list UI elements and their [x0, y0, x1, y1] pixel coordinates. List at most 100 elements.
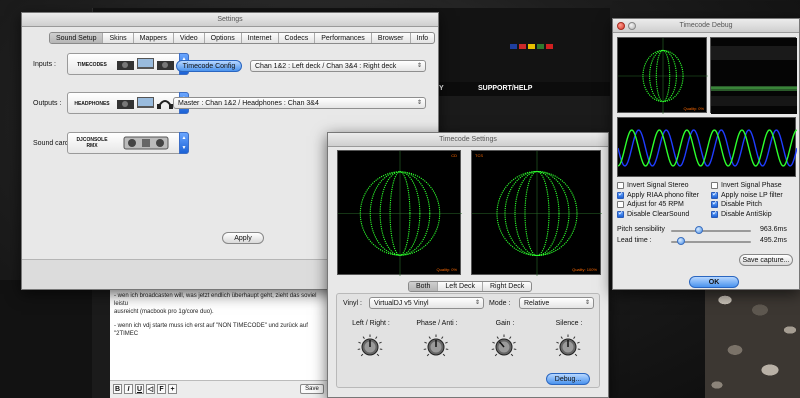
- tab-performances[interactable]: Performances: [315, 33, 372, 43]
- debug-waterfall: [710, 37, 797, 114]
- checkbox-apply-riaa-phono-filter[interactable]: Apply RIAA phono filter: [617, 190, 699, 200]
- italic-button[interactable]: I: [124, 384, 133, 394]
- lead-time-label: Lead time :: [617, 237, 652, 244]
- checkbox-label: Disable Pitch: [721, 201, 762, 208]
- post-save-button[interactable]: Save: [300, 384, 324, 394]
- checkmark-icon[interactable]: [617, 190, 624, 199]
- checkbox-label: Disable ClearSound: [627, 210, 690, 218]
- checkbox-label: Invert Signal Phase: [721, 182, 782, 189]
- deck-tab-left-deck[interactable]: Left Deck: [438, 282, 483, 291]
- checkbox-apply-noise-lp-filter[interactable]: Apply noise LP filter: [711, 190, 783, 200]
- vinyl-label: Vinyl :: [343, 300, 362, 307]
- minimize-icon[interactable]: [628, 22, 636, 30]
- debug-scope-quality: Quality: 0%: [683, 106, 704, 111]
- chevron-updown-icon: ⇕: [584, 300, 590, 306]
- outputs-device-select[interactable]: HEADPHONES ▲▼: [67, 92, 189, 114]
- tab-options[interactable]: Options: [205, 33, 242, 43]
- tab-sound-setup[interactable]: Sound Setup: [50, 33, 104, 43]
- post-editor[interactable]: - wen ich broadcasten will, was jetzt en…: [110, 288, 330, 380]
- waterfall-plot: [711, 38, 797, 114]
- outputs-channel-value: Master : Chan 1&2 / Headphones : Chan 3&…: [178, 100, 319, 107]
- checkbox-invert-signal-stereo[interactable]: Invert Signal Stereo: [617, 181, 688, 190]
- flag-icon[interactable]: [546, 44, 553, 49]
- checkbox-icon[interactable]: [617, 201, 624, 208]
- close-icon[interactable]: [617, 22, 625, 30]
- checkmark-icon[interactable]: [617, 209, 624, 218]
- debug-scope: Quality: 0%: [617, 37, 708, 114]
- vinyl-select[interactable]: VirtualDJ v5 Vinyl ⇕: [369, 297, 484, 309]
- flag-icon[interactable]: [528, 44, 535, 49]
- ok-button[interactable]: OK: [689, 276, 739, 288]
- timecode-settings-title: Timecode Settings: [439, 136, 497, 143]
- checkbox-disable-clearsound[interactable]: Disable ClearSound: [617, 209, 690, 219]
- knob-icon[interactable]: [555, 334, 581, 360]
- checkbox-label: Apply RIAA phono filter: [627, 191, 699, 199]
- inputs-channel-select[interactable]: Chan 1&2 : Left deck / Chan 3&4 : Right …: [250, 60, 426, 72]
- knob-label: Left / Right :: [352, 320, 390, 327]
- tab-browser[interactable]: Browser: [372, 33, 411, 43]
- debug-button[interactable]: Debug...: [546, 373, 590, 385]
- deck-tab-right-deck[interactable]: Right Deck: [483, 282, 531, 291]
- checkmark-icon[interactable]: [711, 190, 718, 199]
- timecode-debug-titlebar[interactable]: Timecode Debug: [613, 19, 799, 33]
- deck-tabs: Both Left Deck Right Deck: [408, 281, 533, 292]
- settings-title: Settings: [217, 16, 243, 23]
- pitch-slider-track[interactable]: [671, 230, 751, 232]
- deck-tab-both[interactable]: Both: [409, 282, 439, 291]
- mode-select[interactable]: Relative ⇕: [519, 297, 594, 309]
- lead-time-value: 495.2ms: [760, 237, 787, 244]
- underline-button[interactable]: U: [135, 384, 144, 394]
- tab-info[interactable]: Info: [411, 33, 435, 43]
- font-button[interactable]: F: [157, 384, 166, 394]
- apply-button[interactable]: Apply: [222, 232, 264, 244]
- tab-internet[interactable]: Internet: [242, 33, 279, 43]
- knob-icon[interactable]: [491, 334, 517, 360]
- pitch-slider-thumb[interactable]: [695, 226, 703, 234]
- soundcard-stepper-icon[interactable]: ▲ ▼: [179, 132, 189, 154]
- save-capture-button[interactable]: Save capture...: [739, 254, 793, 266]
- timecode-settings-titlebar[interactable]: Timecode Settings: [328, 133, 608, 147]
- bold-button[interactable]: B: [113, 384, 122, 394]
- checkbox-label: Adjust for 45 RPM: [627, 201, 684, 208]
- mode-label: Mode :: [489, 300, 511, 307]
- debug-scope-plot: [618, 38, 708, 114]
- soundcard-select[interactable]: DJCONSOLE RMX ▲ ▼: [67, 132, 189, 154]
- tab-skins[interactable]: Skins: [103, 33, 134, 43]
- left-scope-plot: [338, 151, 462, 276]
- checkbox-invert-signal-phase[interactable]: Invert Signal Phase: [711, 181, 782, 190]
- checkbox-icon[interactable]: [711, 182, 718, 189]
- timecode-config-button[interactable]: Timecode Config: [176, 60, 242, 72]
- tab-video[interactable]: Video: [174, 33, 205, 43]
- size-button[interactable]: +: [168, 384, 177, 394]
- knob-icon[interactable]: [357, 334, 383, 360]
- right-scope-quality: Quality: 100%: [572, 267, 597, 272]
- knob-icon[interactable]: [423, 334, 449, 360]
- nav-item-support[interactable]: SUPPORT/HELP: [478, 85, 532, 92]
- link-button[interactable]: ◁: [146, 384, 155, 394]
- checkmark-icon[interactable]: [711, 209, 718, 218]
- inputs-device-select[interactable]: TIMECODES ▲▼: [67, 53, 189, 75]
- checkmark-icon[interactable]: [711, 199, 718, 208]
- flag-icon[interactable]: [537, 44, 544, 49]
- pitch-sensibility-value: 963.6ms: [760, 226, 787, 233]
- left-scope-tag: CD: [451, 153, 457, 158]
- timecode-debug-window: Timecode Debug Quality: 0% Invert Signal…: [612, 18, 800, 290]
- checkbox-disable-pitch[interactable]: Disable Pitch: [711, 199, 762, 209]
- checkbox-adjust-for-45-rpm[interactable]: Adjust for 45 RPM: [617, 200, 684, 209]
- flag-icon[interactable]: [519, 44, 526, 49]
- pitch-sensibility-label: Pitch sensibility: [617, 226, 665, 233]
- tab-codecs[interactable]: Codecs: [279, 33, 316, 43]
- tab-mappers[interactable]: Mappers: [134, 33, 174, 43]
- timecode-settings-window: Timecode Settings CD Quality: 0% TCS Qua…: [327, 132, 609, 398]
- lead-slider-thumb[interactable]: [676, 237, 685, 245]
- checkbox-disable-antiskip[interactable]: Disable AntiSkip: [711, 209, 772, 219]
- inputs-device-name: TIMECODES: [77, 62, 107, 68]
- flag-icon[interactable]: [510, 44, 517, 49]
- settings-titlebar[interactable]: Settings: [22, 13, 438, 27]
- language-flags[interactable]: [510, 42, 570, 50]
- editor-line-2: - wenn ich vdj starte muss ich erst auf …: [114, 323, 308, 337]
- checkbox-icon[interactable]: [617, 182, 624, 189]
- settings-tabs: Sound Setup Skins Mappers Video Options Inter…: [49, 32, 436, 44]
- knob-label: Silence :: [555, 320, 583, 327]
- outputs-channel-select[interactable]: Master : Chan 1&2 / Headphones : Chan 3&…: [173, 97, 426, 109]
